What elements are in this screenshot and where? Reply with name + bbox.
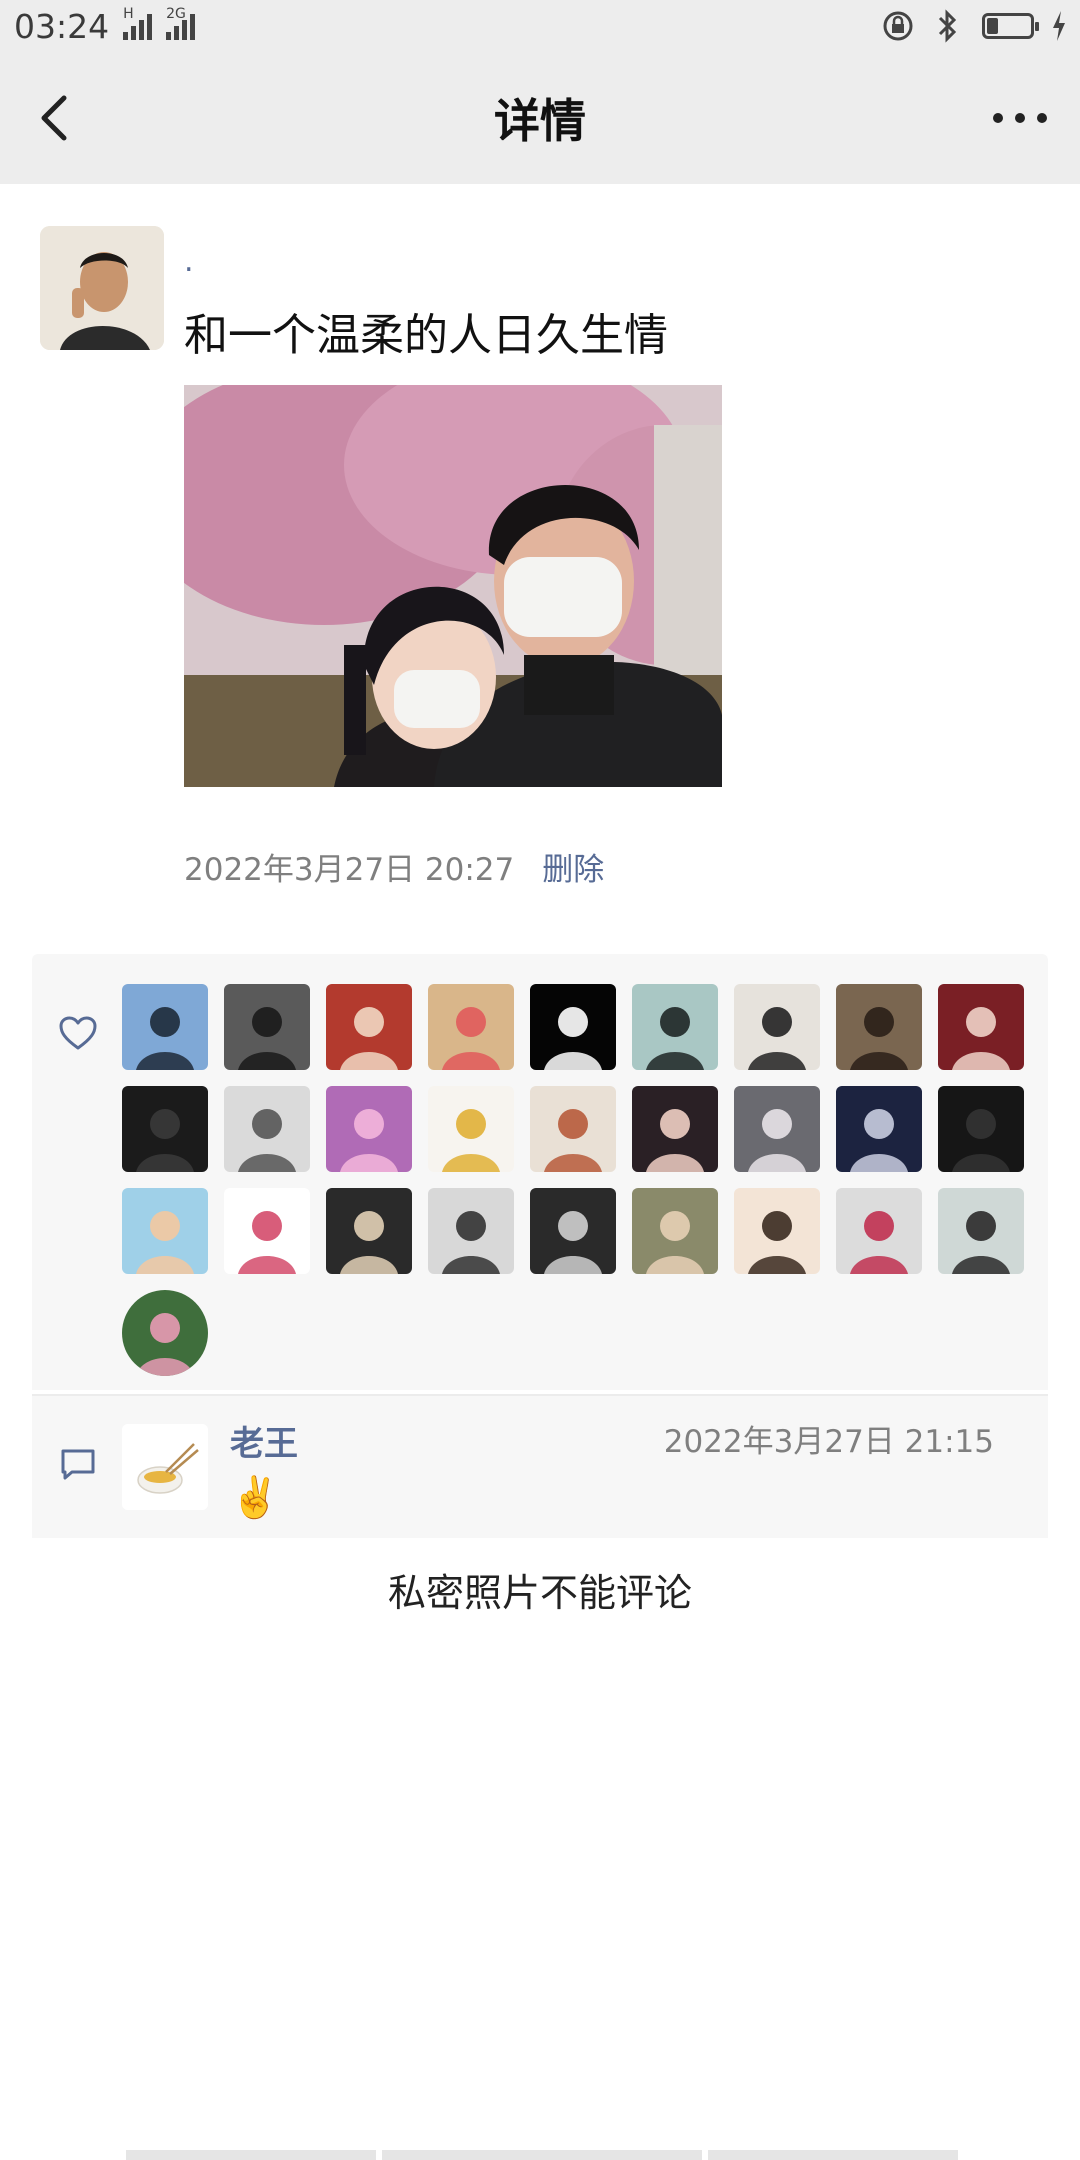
avatar-cartoon-face[interactable] — [530, 1086, 616, 1172]
post-photo[interactable] — [184, 385, 722, 787]
delete-button[interactable]: 删除 — [542, 844, 604, 889]
avatar-man-grey[interactable] — [224, 984, 310, 1070]
comment-text: ✌️ — [230, 1475, 280, 1521]
avatar-bw-couple[interactable] — [224, 1086, 310, 1172]
liker-avatar-grid — [122, 984, 1024, 1376]
likes-section — [32, 954, 1048, 1390]
post-text: 和一个温柔的人日久生情 — [184, 310, 668, 361]
back-arrow-icon[interactable] — [30, 88, 90, 148]
avatar-li-character[interactable] — [734, 1188, 820, 1274]
avatar-wedding[interactable] — [734, 1086, 820, 1172]
lock-rotation-icon — [883, 11, 913, 41]
avatar-shinchan[interactable] — [122, 1188, 208, 1274]
avatar-man-suit[interactable] — [632, 984, 718, 1070]
commenter-avatar[interactable] — [122, 1424, 208, 1510]
more-dots-icon[interactable] — [988, 88, 1052, 148]
avatar-woman-smile[interactable] — [938, 1188, 1024, 1274]
poster-avatar[interactable] — [40, 226, 164, 350]
avatar-noodle-bowl[interactable] — [428, 1086, 514, 1172]
comment-icon — [61, 1449, 95, 1480]
bluetooth-icon — [938, 9, 957, 43]
avatar-car-night[interactable] — [836, 1086, 922, 1172]
avatar-logo-dark[interactable] — [530, 1188, 616, 1274]
charging-icon — [1053, 11, 1065, 41]
avatar-couple-red[interactable] — [326, 984, 412, 1070]
avatar-woman-red[interactable] — [938, 984, 1024, 1070]
avatar-girl-blue-sky[interactable] — [122, 984, 208, 1070]
comments-section: 老王 2022年3月27日 21:15 ✌️ — [32, 1394, 1048, 1538]
avatar-dark-hand[interactable] — [122, 1086, 208, 1172]
status-bar: 03:24 H 2G — [0, 0, 1080, 52]
bottom-indicator — [126, 2150, 958, 2160]
avatar-love-taste[interactable] — [836, 1188, 922, 1274]
avatar-boy-tie[interactable] — [326, 1188, 412, 1274]
comment-author[interactable]: 老王 — [230, 1416, 298, 1465]
avatar-man-mask[interactable] — [938, 1086, 1024, 1172]
heart-icon — [59, 1016, 97, 1050]
nav-bar: 详情 — [0, 52, 1080, 184]
avatar-man-portrait[interactable] — [836, 984, 922, 1070]
private-photo-notice: 私密照片不能评论 — [387, 1571, 692, 1615]
post-time: 2022年3月27日 20:27 — [184, 852, 515, 888]
post-meta: 2022年3月27日 20:27 删除 — [184, 844, 604, 889]
page-title: 详情 — [494, 94, 586, 148]
comment-time: 2022年3月27日 21:15 — [663, 1424, 994, 1460]
avatar-galaxy[interactable] — [530, 984, 616, 1070]
status-time: 03:24 — [14, 6, 110, 46]
poster-name[interactable]: . — [184, 244, 194, 279]
signal-2g-icon: 2G — [166, 6, 196, 40]
avatar-cartoon-girl[interactable] — [428, 984, 514, 1070]
avatar-man-hat[interactable] — [632, 1188, 718, 1274]
avatar-girl-dark[interactable] — [632, 1086, 718, 1172]
avatar-smiley[interactable] — [224, 1188, 310, 1274]
avatar-bunny-toy[interactable] — [734, 984, 820, 1070]
battery-icon — [982, 13, 1039, 39]
avatar-lotus[interactable] — [122, 1290, 208, 1376]
avatar-man-sign[interactable] — [428, 1188, 514, 1274]
signal-h-icon: H — [123, 6, 153, 40]
avatar-pink-dress[interactable] — [326, 1086, 412, 1172]
